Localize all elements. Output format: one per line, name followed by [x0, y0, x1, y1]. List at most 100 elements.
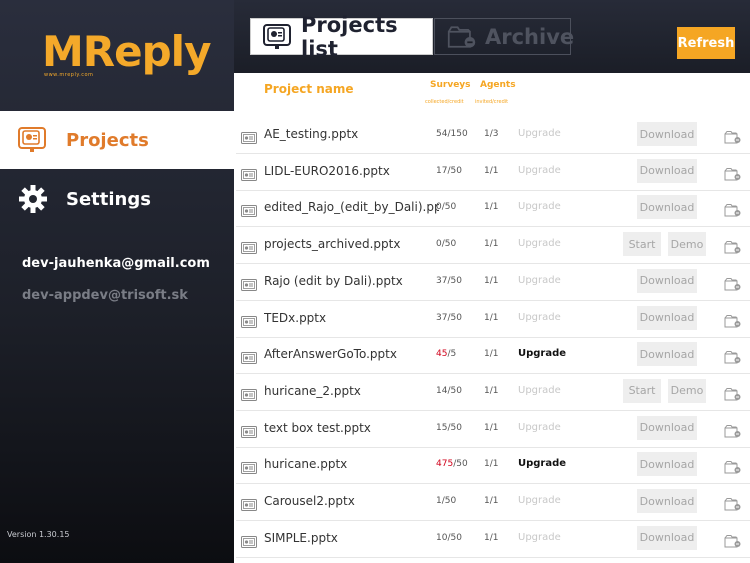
sidebar-item-label: Settings — [66, 188, 151, 210]
surveys-credit: /150 — [447, 129, 468, 139]
presentation-file-icon — [241, 202, 257, 218]
surveys-credit: /50 — [441, 202, 457, 213]
logo-text: MReply — [42, 27, 211, 76]
archive-icon[interactable] — [724, 496, 742, 511]
gear-icon — [18, 184, 48, 214]
table-row[interactable]: projects_archived.pptx 0/50 1/1 Upgrade Star… — [236, 227, 750, 265]
archive-icon[interactable] — [724, 533, 742, 548]
download-button[interactable]: Download — [637, 268, 697, 293]
archive-icon[interactable] — [724, 239, 742, 254]
download-button[interactable]: Download — [637, 489, 697, 513]
download-button[interactable]: Download — [637, 415, 697, 440]
archive-box-icon — [447, 22, 477, 52]
project-name[interactable]: huricane.pptx — [264, 457, 439, 471]
table-row[interactable]: LIDL-EURO2016.pptx 17/50 1/1 Upgrade Downloa… — [236, 154, 750, 191]
surveys-count: 15/50 — [436, 423, 462, 433]
account-secondary[interactable]: dev-appdev@trisoft.sk — [22, 288, 188, 303]
presentation-file-icon — [241, 129, 257, 144]
agents-count: 1/1 — [484, 349, 499, 360]
surveys-collected: 475 — [436, 459, 454, 470]
surveys-count: 0/50 — [436, 202, 456, 212]
project-name[interactable]: text box test.pptx — [264, 421, 439, 435]
archive-icon[interactable] — [724, 313, 742, 327]
archive-icon[interactable] — [724, 129, 742, 144]
archive-icon[interactable] — [724, 202, 742, 217]
presentation-file-icon — [241, 533, 257, 548]
surveys-collected: 10 — [436, 532, 448, 543]
upgrade-link: Upgrade — [518, 238, 561, 250]
surveys-collected: 37 — [436, 275, 448, 286]
download-button[interactable]: Download — [637, 122, 697, 146]
presentation-file-icon — [241, 239, 257, 255]
project-name[interactable]: AE_testing.pptx — [264, 127, 439, 141]
archive-icon[interactable] — [724, 423, 742, 438]
surveys-collected: 14 — [436, 385, 448, 396]
project-name[interactable]: Rajo (edit by Dali).pptx — [264, 274, 439, 288]
table-row[interactable]: Rajo (edit by Dali).pptx 37/50 1/1 Upgrade D… — [236, 264, 750, 301]
tab-projects-list[interactable]: Projects list — [250, 13, 433, 61]
surveys-collected: 37 — [436, 312, 448, 323]
surveys-credit: /50 — [441, 239, 457, 250]
surveys-count: 37/50 — [436, 313, 462, 323]
refresh-button[interactable]: Refresh — [677, 27, 735, 59]
table-row[interactable]: huricane_2.pptx 14/50 1/1 Upgrade Start Demo — [236, 374, 750, 411]
demo-button[interactable]: Demo — [668, 378, 706, 403]
tab-archive[interactable]: Archive — [434, 18, 574, 55]
table-row[interactable]: text box test.pptx 15/50 1/1 Upgrade Downloa… — [236, 411, 750, 448]
surveys-count: 14/50 — [436, 386, 462, 396]
table-row[interactable]: TEDx.pptx 37/50 1/1 Upgrade Download — [236, 301, 750, 338]
table-row[interactable]: Carousel2.pptx 1/50 1/1 Upgrade Download — [236, 484, 750, 521]
surveys-count: 475/50 — [436, 459, 468, 469]
download-button[interactable]: Download — [637, 158, 697, 183]
archive-icon[interactable] — [724, 276, 742, 291]
presentation-file-icon — [241, 313, 257, 328]
agents-count: 1/1 — [484, 532, 499, 543]
agents-count: 1/1 — [484, 385, 499, 396]
download-button[interactable]: Download — [637, 305, 697, 330]
sidebar-item-settings[interactable]: Settings — [0, 170, 234, 228]
archive-icon[interactable] — [724, 386, 742, 401]
account-primary[interactable]: dev-jauhenka@gmail.com — [22, 256, 210, 271]
column-header-surveys: Surveys — [430, 80, 471, 90]
agents-count: 1/1 — [484, 239, 499, 250]
surveys-credit: /5 — [447, 349, 457, 360]
table-row[interactable]: SIMPLE.pptx 10/50 1/1 Upgrade Download — [236, 521, 750, 558]
table-row[interactable]: huricane.pptx 475/50 1/1 Upgrade Download — [236, 447, 750, 485]
surveys-count: 17/50 — [436, 166, 462, 176]
column-subheader-surveys: collected/credit — [425, 99, 464, 105]
project-name[interactable]: edited_Rajo_(edit_by_Dali).pp... — [264, 200, 439, 214]
header-bar: Projects list Archive Refresh — [234, 0, 750, 73]
surveys-count: 37/50 — [436, 276, 462, 286]
upgrade-link[interactable]: Upgrade — [518, 458, 566, 469]
archive-icon[interactable] — [724, 459, 742, 474]
table-row[interactable]: AE_testing.pptx 54/150 1/3 Upgrade Download — [236, 117, 750, 154]
project-name[interactable]: AfterAnswerGoTo.pptx — [264, 347, 439, 361]
download-button[interactable]: Download — [637, 452, 697, 477]
surveys-credit: /50 — [447, 275, 462, 286]
start-button[interactable]: Start — [623, 232, 661, 257]
surveys-credit: /50 — [447, 385, 462, 396]
download-button[interactable]: Download — [637, 525, 697, 550]
project-name[interactable]: huricane_2.pptx — [264, 384, 439, 398]
agents-count: 1/1 — [484, 275, 499, 286]
project-name[interactable]: Carousel2.pptx — [264, 494, 439, 508]
archive-icon[interactable] — [724, 349, 742, 364]
sidebar-item-projects[interactable]: Projects — [0, 111, 234, 169]
start-button[interactable]: Start — [623, 378, 661, 403]
download-button[interactable]: Download — [637, 342, 697, 367]
archive-icon[interactable] — [724, 166, 742, 181]
presentation-file-icon — [241, 349, 257, 365]
table-row[interactable]: AfterAnswerGoTo.pptx 45/5 1/1 Upgrade Downlo… — [236, 337, 750, 375]
project-name[interactable]: SIMPLE.pptx — [264, 531, 439, 545]
surveys-credit: /50 — [441, 496, 457, 506]
table-row[interactable]: edited_Rajo_(edit_by_Dali).pp... 0/50 1/1 U… — [236, 190, 750, 228]
project-name[interactable]: TEDx.pptx — [264, 311, 439, 325]
presentation-icon — [263, 22, 293, 52]
project-name[interactable]: LIDL-EURO2016.pptx — [264, 164, 439, 178]
upgrade-link[interactable]: Upgrade — [518, 348, 566, 359]
demo-button[interactable]: Demo — [668, 232, 706, 257]
surveys-credit: /50 — [453, 459, 468, 470]
download-button[interactable]: Download — [637, 195, 697, 220]
presentation-file-icon — [241, 276, 257, 291]
project-name[interactable]: projects_archived.pptx — [264, 237, 439, 251]
